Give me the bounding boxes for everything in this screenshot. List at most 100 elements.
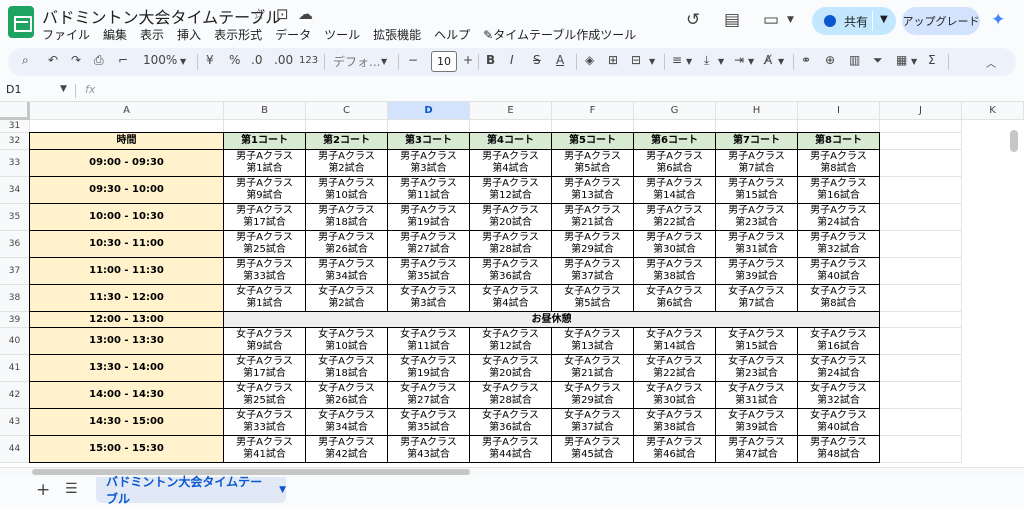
bold-icon[interactable]: B <box>486 53 495 67</box>
match-cell[interactable]: 男子Aクラス 第22試合 <box>634 204 716 231</box>
chevron-down-icon[interactable]: ▼ <box>279 485 286 495</box>
match-cell[interactable]: 男子Aクラス 第10試合 <box>306 177 388 204</box>
comment-icon[interactable]: ▤ <box>724 10 740 30</box>
cell-empty[interactable] <box>880 150 962 177</box>
column-header-f[interactable]: F <box>552 102 634 120</box>
match-cell[interactable]: 女子Aクラス 第21試合 <box>552 355 634 382</box>
chevron-down-icon[interactable]: ▼ <box>911 57 917 66</box>
strikethrough-icon[interactable]: S <box>533 53 541 67</box>
percent-format-button[interactable]: % <box>229 53 240 67</box>
row-header-42[interactable]: 42 <box>0 382 30 409</box>
chevron-down-icon[interactable]: ▼ <box>787 15 794 25</box>
row-header-34[interactable]: 34 <box>0 177 30 204</box>
match-cell[interactable]: 女子Aクラス 第1試合 <box>224 285 306 312</box>
match-cell[interactable]: 女子Aクラス 第25試合 <box>224 382 306 409</box>
name-box[interactable]: D1 <box>6 83 21 96</box>
menu-item[interactable]: ツール <box>324 26 367 43</box>
cell-empty[interactable] <box>880 312 962 328</box>
match-cell[interactable]: 男子Aクラス 第42試合 <box>306 436 388 463</box>
match-cell[interactable]: 女子Aクラス 第32試合 <box>798 382 880 409</box>
share-button[interactable]: 共有 ▼ <box>812 7 896 35</box>
chevron-down-icon[interactable]: ▼ <box>180 57 186 66</box>
menu-item[interactable]: ✎タイムテーブル作成ツール <box>483 26 643 43</box>
cloud-status-icon[interactable]: ☁ <box>298 5 313 23</box>
match-cell[interactable]: 男子Aクラス 第20試合 <box>470 204 552 231</box>
cell-empty[interactable] <box>880 355 962 382</box>
row-header-41[interactable]: 41 <box>0 355 30 382</box>
match-cell[interactable]: 男子Aクラス 第4試合 <box>470 150 552 177</box>
chevron-down-icon[interactable]: ▼ <box>649 57 655 66</box>
court-header-cell[interactable]: 第3コート <box>388 133 470 150</box>
column-header-e[interactable]: E <box>470 102 552 120</box>
match-cell[interactable]: 男子Aクラス 第19試合 <box>388 204 470 231</box>
column-header-j[interactable]: J <box>880 102 962 120</box>
borders-icon[interactable]: ⊞ <box>608 53 618 67</box>
undo-icon[interactable]: ↶ <box>48 53 58 67</box>
match-cell[interactable]: 女子Aクラス 第23試合 <box>716 355 798 382</box>
column-header-c[interactable]: C <box>306 102 388 120</box>
match-cell[interactable]: 男子Aクラス 第17試合 <box>224 204 306 231</box>
match-cell[interactable]: 男子Aクラス 第6試合 <box>634 150 716 177</box>
match-cell[interactable]: 男子Aクラス 第11試合 <box>388 177 470 204</box>
match-cell[interactable]: 女子Aクラス 第31試合 <box>716 382 798 409</box>
cell-empty[interactable] <box>880 231 962 258</box>
match-cell[interactable]: 男子Aクラス 第15試合 <box>716 177 798 204</box>
match-cell[interactable]: 女子Aクラス 第22試合 <box>634 355 716 382</box>
time-slot-cell[interactable]: 12:00 - 13:00 <box>30 312 224 328</box>
menu-item[interactable]: データ <box>275 26 318 43</box>
row-header-31[interactable]: 31 <box>0 120 30 133</box>
match-cell[interactable]: 女子Aクラス 第29試合 <box>552 382 634 409</box>
move-folder-icon[interactable]: ⊡ <box>276 5 289 23</box>
collapse-menu-icon[interactable]: ︿ <box>986 55 996 70</box>
column-header-g[interactable]: G <box>634 102 716 120</box>
column-header-b[interactable]: B <box>224 102 306 120</box>
match-cell[interactable]: 男子Aクラス 第36試合 <box>470 258 552 285</box>
time-slot-cell[interactable]: 09:30 - 10:00 <box>30 177 224 204</box>
match-cell[interactable]: 女子Aクラス 第7試合 <box>716 285 798 312</box>
time-header-cell[interactable]: 時間 <box>30 133 224 150</box>
decrease-decimal-button[interactable]: .0 <box>251 53 262 67</box>
filter-views-icon[interactable]: ▦ <box>896 53 907 67</box>
match-cell[interactable]: 男子Aクラス 第45試合 <box>552 436 634 463</box>
match-cell[interactable]: 女子Aクラス 第40試合 <box>798 409 880 436</box>
match-cell[interactable]: 男子Aクラス 第27試合 <box>388 231 470 258</box>
vertical-scrollbar[interactable] <box>1010 130 1018 152</box>
chevron-down-icon[interactable]: ▼ <box>718 57 724 66</box>
match-cell[interactable]: 男子Aクラス 第1試合 <box>224 150 306 177</box>
match-cell[interactable]: 男子Aクラス 第21試合 <box>552 204 634 231</box>
column-header-k[interactable]: K <box>962 102 1024 120</box>
match-cell[interactable]: 男子Aクラス 第43試合 <box>388 436 470 463</box>
match-cell[interactable]: 男子Aクラス 第28試合 <box>470 231 552 258</box>
vertical-align-icon[interactable]: ⤓ <box>704 53 709 68</box>
cell-empty[interactable] <box>880 177 962 204</box>
match-cell[interactable]: 女子Aクラス 第3試合 <box>388 285 470 312</box>
cell-empty[interactable] <box>880 120 962 133</box>
row-header-37[interactable]: 37 <box>0 258 30 285</box>
horizontal-align-icon[interactable]: ≡ <box>672 53 682 67</box>
match-cell[interactable]: 女子Aクラス 第6試合 <box>634 285 716 312</box>
spreadsheet-grid[interactable]: A B C D E F G H I J K 31 32 33 34 35 36 37 38 39 40 41 42 43 44 時… <box>0 102 1024 467</box>
row-header-43[interactable]: 43 <box>0 409 30 436</box>
court-header-cell[interactable]: 第1コート <box>224 133 306 150</box>
search-menus-icon[interactable]: ⌕ <box>22 53 29 68</box>
match-cell[interactable]: 男子Aクラス 第29試合 <box>552 231 634 258</box>
match-cell[interactable]: 女子Aクラス 第30試合 <box>634 382 716 409</box>
column-header-d[interactable]: D <box>388 102 470 120</box>
row-header-32[interactable]: 32 <box>0 133 30 150</box>
menu-item[interactable]: 表示 <box>140 26 171 43</box>
increase-decimal-button[interactable]: .00 <box>274 53 293 67</box>
italic-icon[interactable]: I <box>510 53 514 67</box>
row-header-33[interactable]: 33 <box>0 150 30 177</box>
court-header-cell[interactable]: 第7コート <box>716 133 798 150</box>
match-cell[interactable]: 男子Aクラス 第9試合 <box>224 177 306 204</box>
time-slot-cell[interactable]: 15:00 - 15:30 <box>30 436 224 463</box>
match-cell[interactable]: 男子Aクラス 第2試合 <box>306 150 388 177</box>
match-cell[interactable]: 男子Aクラス 第37試合 <box>552 258 634 285</box>
row-header-44[interactable]: 44 <box>0 436 30 463</box>
match-cell[interactable]: 女子Aクラス 第13試合 <box>552 328 634 355</box>
match-cell[interactable]: 男子Aクラス 第5試合 <box>552 150 634 177</box>
match-cell[interactable]: 女子Aクラス 第33試合 <box>224 409 306 436</box>
match-cell[interactable]: 男子Aクラス 第32試合 <box>798 231 880 258</box>
increase-font-size-button[interactable]: + <box>463 53 473 67</box>
row-header-40[interactable]: 40 <box>0 328 30 355</box>
